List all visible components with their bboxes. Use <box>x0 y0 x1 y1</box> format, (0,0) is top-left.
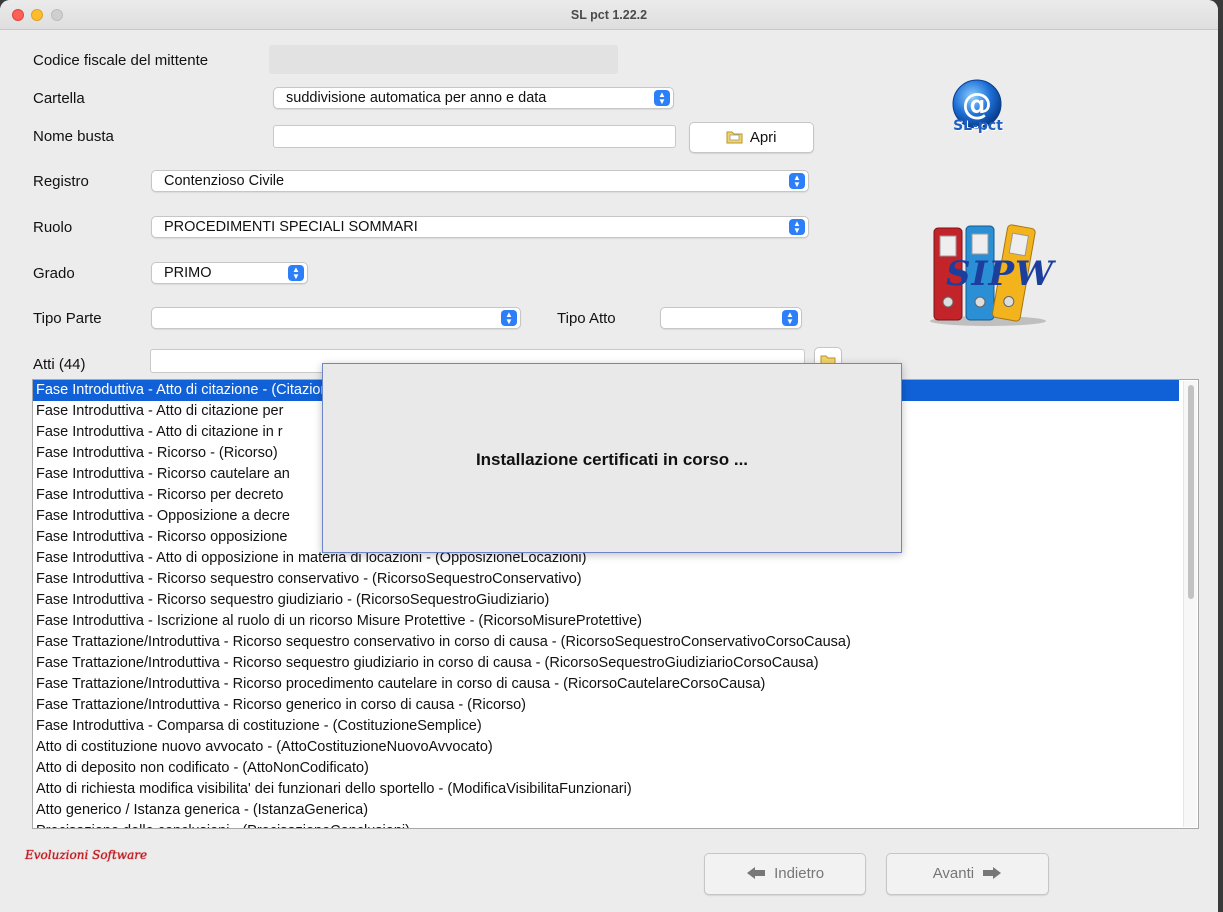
grado-label: Grado <box>33 265 75 282</box>
app-window: SL pct 1.22.2 Codice fiscale del mittent… <box>0 0 1218 912</box>
next-button[interactable]: Avanti <box>886 853 1049 895</box>
title-bar: SL pct 1.22.2 <box>0 0 1218 30</box>
codice-fiscale-label: Codice fiscale del mittente <box>33 52 209 69</box>
atti-list-scrollbar[interactable] <box>1183 381 1197 827</box>
list-item[interactable]: Fase Trattazione/Introduttiva - Ricorso … <box>33 674 1198 695</box>
cartella-select-value: suddivisione automatica per anno e data <box>286 90 547 106</box>
updown-chevron-icon: ▲ ▼ <box>288 265 304 281</box>
tipo-atto-select[interactable]: ▲ ▼ <box>660 307 802 329</box>
registro-select[interactable]: Contenzioso Civile ▲ ▼ <box>151 170 809 192</box>
sipw-logo-text: SIPW <box>946 254 1055 294</box>
list-item[interactable]: Fase Introduttiva - Ricorso sequestro gi… <box>33 590 1198 611</box>
next-button-label: Avanti <box>932 865 975 882</box>
cartella-label: Cartella <box>33 90 85 107</box>
apri-button[interactable]: Apri <box>689 122 814 153</box>
apri-button-label: Apri <box>749 129 777 146</box>
nome-busta-input[interactable] <box>273 125 676 148</box>
sipw-logo: SIPW <box>928 222 1055 328</box>
progress-message: Installazione certificati in corso ... <box>475 450 749 469</box>
window-title: SL pct 1.22.2 <box>570 8 648 22</box>
scrollbar-thumb[interactable] <box>1188 385 1194 599</box>
nome-busta-label: Nome busta <box>33 128 114 145</box>
list-item[interactable]: Fase Introduttiva - Comparsa di costituz… <box>33 716 1198 737</box>
list-item[interactable]: Fase Introduttiva - Iscrizione al ruolo … <box>33 611 1198 632</box>
tipo-atto-label: Tipo Atto <box>557 310 616 327</box>
list-item[interactable]: Fase Introduttiva - Ricorso sequestro co… <box>33 569 1198 590</box>
progress-dialog: Installazione certificati in corso ... <box>322 363 902 553</box>
updown-chevron-icon: ▲ ▼ <box>501 310 517 326</box>
registro-label: Registro <box>33 173 89 190</box>
list-item[interactable]: Atto di deposito non codificato - (AttoN… <box>33 758 1198 779</box>
grado-select[interactable]: PRIMO ▲ ▼ <box>151 262 308 284</box>
cartella-select[interactable]: suddivisione automatica per anno e data … <box>273 87 674 109</box>
list-item[interactable]: Fase Trattazione/Introduttiva - Ricorso … <box>33 695 1198 716</box>
arrow-left-icon <box>746 867 765 879</box>
registro-select-value: Contenzioso Civile <box>164 173 285 189</box>
slpct-logo: @ SL-pct <box>944 78 1012 138</box>
svg-text:@: @ <box>962 87 992 122</box>
back-button[interactable]: Indietro <box>704 853 866 895</box>
back-button-label: Indietro <box>774 865 825 882</box>
updown-chevron-icon: ▲ ▼ <box>654 90 670 106</box>
list-item[interactable]: Precisazione delle conclusioni - (Precis… <box>33 821 1198 828</box>
ruolo-label: Ruolo <box>33 219 73 236</box>
updown-chevron-icon: ▲ ▼ <box>789 219 805 235</box>
updown-chevron-icon: ▲ ▼ <box>789 173 805 189</box>
ruolo-select-value: PROCEDIMENTI SPECIALI SOMMARI <box>164 219 418 235</box>
atti-label: Atti (44) <box>33 356 86 373</box>
slpct-logo-text: SL-pct <box>953 118 1003 134</box>
evoluzioni-software-logo: Evoluzioni Software <box>25 848 148 862</box>
list-item[interactable]: Atto di costituzione nuovo avvocato - (A… <box>33 737 1198 758</box>
list-item[interactable]: Atto generico / Istanza generica - (Ista… <box>33 800 1198 821</box>
tipo-parte-label: Tipo Parte <box>33 310 102 327</box>
grado-select-value: PRIMO <box>164 265 212 281</box>
codice-fiscale-field <box>269 45 618 74</box>
folder-icon <box>726 131 743 144</box>
updown-chevron-icon: ▲ ▼ <box>782 310 798 326</box>
tipo-parte-select[interactable]: ▲ ▼ <box>151 307 521 329</box>
list-item[interactable]: Atto di richiesta modifica visibilita' d… <box>33 779 1198 800</box>
arrow-right-icon <box>983 867 1002 879</box>
list-item[interactable]: Fase Trattazione/Introduttiva - Ricorso … <box>33 632 1198 653</box>
list-item[interactable]: Fase Trattazione/Introduttiva - Ricorso … <box>33 653 1198 674</box>
ruolo-select[interactable]: PROCEDIMENTI SPECIALI SOMMARI ▲ ▼ <box>151 216 809 238</box>
